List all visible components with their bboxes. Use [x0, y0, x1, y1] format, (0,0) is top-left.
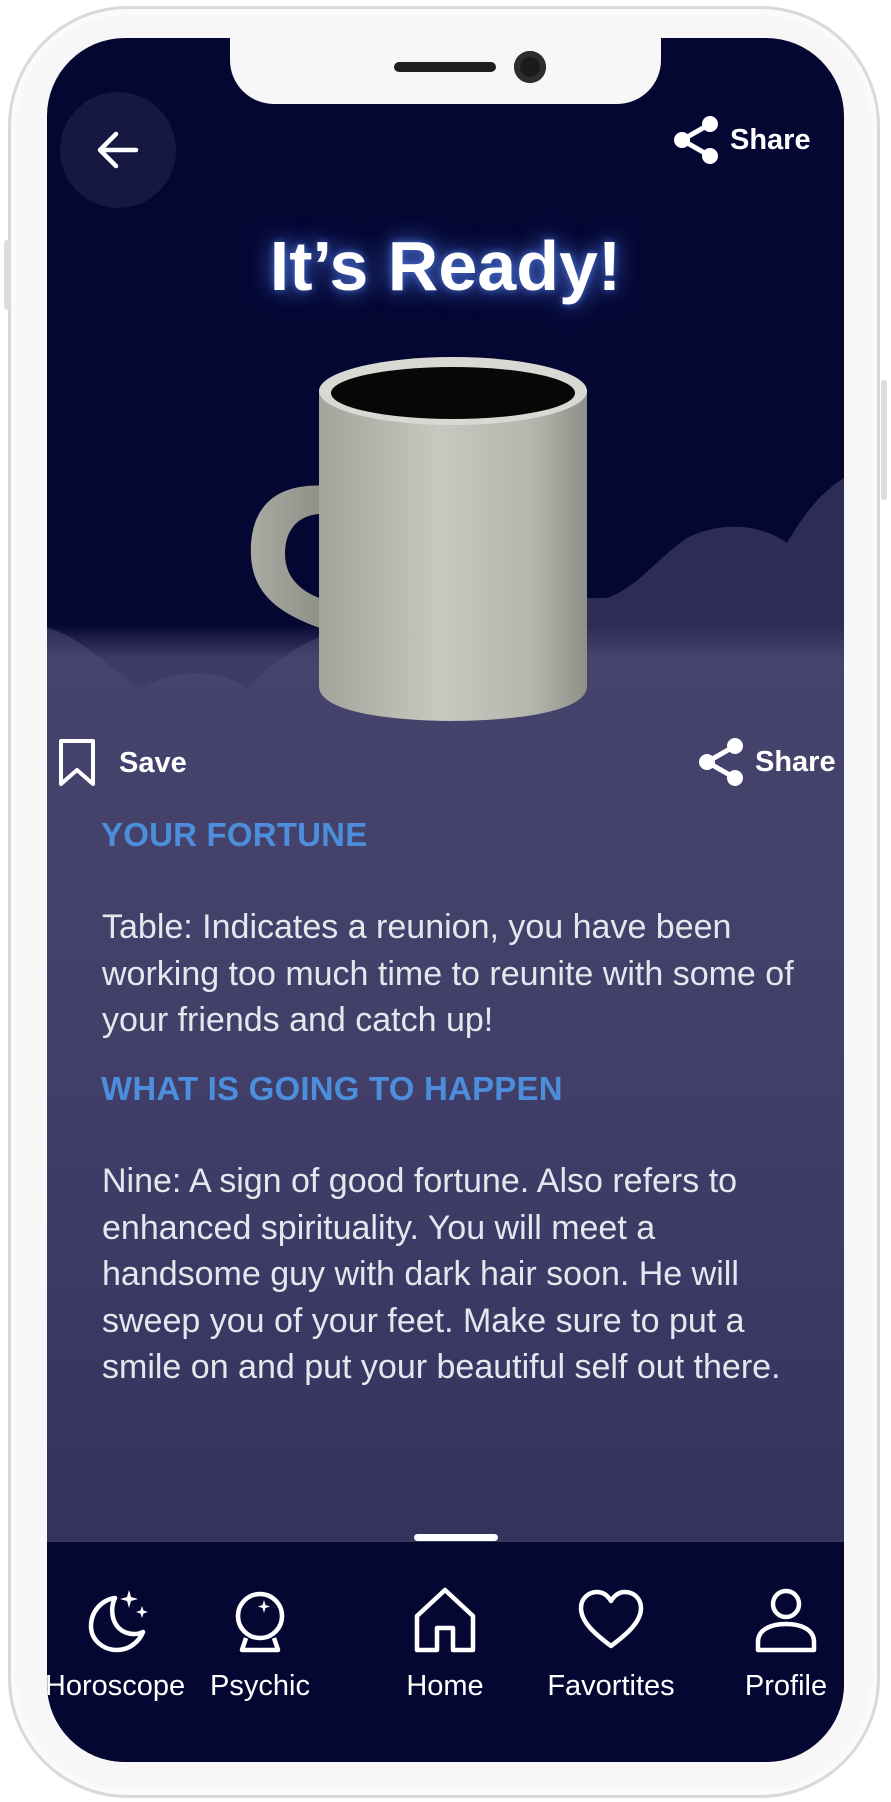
page-title: It’s Ready!	[269, 227, 622, 305]
user-icon	[755, 1588, 817, 1653]
fortune-heading: YOUR FORTUNE	[101, 816, 368, 853]
bookmark-icon	[59, 739, 95, 786]
tab-profile[interactable]: Profile	[701, 1542, 844, 1712]
coffee-mug-illustration	[250, 357, 587, 721]
app-screen: Share It’s Ready! Save Share YOUR FORTUN…	[47, 38, 844, 1762]
bottom-tab-bar: Horoscope Psychic Home Favortites Profil…	[47, 1542, 844, 1762]
happen-text: Nine: A sign of good fortune. Also refer…	[102, 1162, 781, 1386]
share-label: Share	[730, 123, 811, 156]
fortune-text: Table: Indicates a reunion, you have bee…	[102, 908, 794, 1039]
save-button[interactable]: Save	[57, 738, 187, 788]
tab-label: Home	[406, 1670, 484, 1702]
heart-icon	[578, 1589, 644, 1649]
tab-home[interactable]: Home	[360, 1542, 530, 1712]
tab-label: Favortites	[547, 1670, 675, 1702]
arrow-left-icon	[97, 131, 139, 169]
back-button[interactable]	[60, 92, 176, 208]
front-camera	[514, 51, 546, 83]
side-button-right	[881, 380, 887, 500]
share-icon	[674, 116, 718, 164]
tab-psychic[interactable]: Psychic	[175, 1542, 345, 1712]
share-button[interactable]: Share	[695, 736, 836, 788]
tab-label: Psychic	[210, 1670, 310, 1702]
active-tab-indicator	[414, 1534, 498, 1541]
home-icon	[414, 1587, 476, 1653]
side-button-left	[4, 240, 10, 310]
tab-label: Profile	[744, 1670, 828, 1702]
tab-favorites[interactable]: Favortites	[526, 1542, 696, 1712]
share-icon	[699, 738, 743, 786]
save-label: Save	[119, 746, 187, 779]
speaker-grille	[394, 62, 496, 72]
share-button-top[interactable]: Share	[670, 114, 811, 166]
device-notch	[230, 38, 661, 104]
crystal-ball-icon	[235, 1591, 285, 1653]
moon-stars-icon	[88, 1590, 148, 1653]
happen-heading: WHAT IS GOING TO HAPPEN	[101, 1070, 563, 1107]
share-label: Share	[755, 745, 836, 778]
